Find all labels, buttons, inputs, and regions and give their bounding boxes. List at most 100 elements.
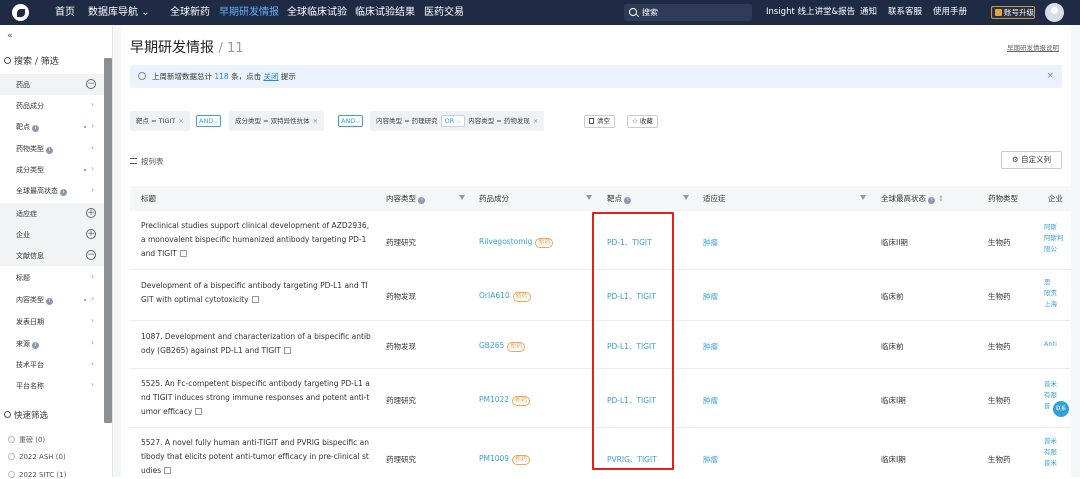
- row-indication[interactable]: 肿瘤: [703, 341, 718, 352]
- sidebar-scrollbar[interactable]: [104, 58, 112, 423]
- external-link-icon[interactable]: [164, 467, 172, 474]
- nav-manual[interactable]: 使用手册: [933, 0, 967, 25]
- row-company[interactable]: 阿斯: [1044, 222, 1057, 233]
- avatar[interactable]: [1045, 3, 1064, 22]
- row-title[interactable]: 5527. A novel fully human anti-TIGIT and…: [141, 436, 371, 477]
- row-indication[interactable]: 肿瘤: [703, 454, 718, 465]
- quick-filter-item[interactable]: 2022 SITC (1): [8, 471, 66, 479]
- sidebar-item-highest-status[interactable]: 全球最高状态 i: [16, 186, 68, 196]
- nav-home[interactable]: 首页: [55, 0, 75, 25]
- drug-link[interactable]: GB265: [479, 341, 504, 350]
- collapse-icon[interactable]: −: [86, 79, 96, 89]
- row-company[interactable]: 有限: [1044, 390, 1057, 401]
- sidebar-item-publish-date[interactable]: 发表日期: [16, 317, 44, 327]
- nav-support[interactable]: 联系客服: [888, 0, 922, 25]
- nav-global-trials[interactable]: 全球临床试验: [287, 0, 347, 25]
- notice-close-link[interactable]: 关闭: [264, 72, 279, 81]
- row-company[interactable]: 阿斯利: [1044, 233, 1064, 244]
- sidebar-item-target[interactable]: 靶点 i: [16, 122, 40, 132]
- external-link-icon[interactable]: [195, 408, 203, 415]
- custom-columns-button[interactable]: ⚙ 自定义列: [1001, 151, 1062, 169]
- row-title[interactable]: 1087. Development and characterization o…: [141, 330, 371, 358]
- sidebar-item-platform-name[interactable]: 平台名称: [16, 381, 44, 391]
- drug-link[interactable]: OrIA610: [479, 291, 510, 300]
- close-icon[interactable]: ×: [533, 117, 538, 125]
- filter-funnel-icon[interactable]: [860, 195, 866, 200]
- row-indication[interactable]: 肿瘤: [703, 291, 718, 302]
- logic-select-or[interactable]: OR ⌵: [440, 115, 466, 127]
- column-header-indication[interactable]: 适应症: [703, 186, 726, 211]
- sidebar-item-content-type[interactable]: 内容类型 i: [16, 295, 54, 305]
- upgrade-button[interactable]: 账号升级: [991, 6, 1035, 19]
- row-title[interactable]: 5525. An Fc-competent bispecific antibod…: [141, 377, 371, 419]
- sidebar-item-company[interactable]: 企业: [16, 230, 30, 240]
- row-title[interactable]: Development of a bispecific antibody tar…: [141, 279, 371, 307]
- nav-insight[interactable]: Insight 线上讲堂&报告: [766, 0, 855, 25]
- column-header-content-type[interactable]: 内容类型 i: [386, 186, 426, 211]
- filter-funnel-icon[interactable]: [683, 195, 689, 200]
- row-company[interactable]: 普: [1044, 401, 1051, 412]
- drug-link[interactable]: PM1022: [479, 395, 509, 404]
- external-link-icon[interactable]: [251, 296, 259, 303]
- filter-tag-content-type[interactable]: 内容类型 = 药理研究 OR ⌵ 内容类型 = 药物发现 ×: [370, 111, 545, 131]
- sidebar-item-drug-component[interactable]: 药品成分: [16, 101, 44, 111]
- close-icon[interactable]: ×: [313, 117, 318, 125]
- sidebar-item-title[interactable]: 标题: [16, 273, 30, 283]
- row-company[interactable]: 思: [1044, 277, 1051, 288]
- nav-database[interactable]: 数据库导航 ⌄: [88, 0, 150, 25]
- drug-link[interactable]: PM1009: [479, 454, 509, 463]
- column-header-title[interactable]: 标题: [141, 186, 156, 211]
- row-company[interactable]: 普米: [1044, 379, 1057, 390]
- column-header-target[interactable]: 靶点 i: [607, 186, 632, 211]
- sidebar-item-literature[interactable]: 文献信息: [16, 251, 44, 261]
- row-company[interactable]: 普米: [1044, 458, 1057, 469]
- sidebar-item-tech-platform[interactable]: 技术平台: [16, 360, 44, 370]
- collapse-sidebar-button[interactable]: «: [7, 31, 13, 41]
- quick-filter-item[interactable]: 2022 ASH (0): [8, 453, 66, 461]
- nav-trial-results[interactable]: 临床试验结果: [355, 0, 415, 25]
- expand-icon[interactable]: +: [86, 229, 96, 239]
- filter-funnel-icon[interactable]: [459, 195, 465, 200]
- help-link[interactable]: 早期研发情报说明: [1007, 42, 1059, 52]
- nav-early-rd[interactable]: 早期研发情报: [219, 0, 279, 25]
- row-company[interactable]: Anti: [1044, 339, 1057, 350]
- sidebar-item-source[interactable]: 来源 i: [16, 339, 40, 349]
- save-button[interactable]: ☆ 收藏: [627, 115, 658, 128]
- filter-tag-target[interactable]: 靶点 = TIGIT ×: [130, 111, 190, 131]
- row-company[interactable]: 有限: [1044, 447, 1057, 458]
- row-company[interactable]: 普米: [1044, 436, 1057, 447]
- list-mode-toggle[interactable]: 按列表: [130, 156, 164, 167]
- filter-funnel-icon[interactable]: [586, 195, 592, 200]
- sidebar-item-indication[interactable]: 适应症: [16, 209, 37, 219]
- app-logo[interactable]: [12, 4, 29, 21]
- row-company[interactable]: 限责: [1044, 288, 1057, 299]
- expand-icon[interactable]: +: [86, 208, 96, 218]
- sidebar-item-component-type[interactable]: 成分类型: [16, 165, 44, 175]
- drug-link[interactable]: Rilvegostomig: [479, 237, 532, 246]
- row-company[interactable]: 限公: [1044, 244, 1057, 255]
- collapse-icon[interactable]: −: [86, 250, 96, 260]
- external-link-icon[interactable]: [283, 347, 291, 354]
- close-icon[interactable]: ×: [178, 117, 183, 125]
- row-company[interactable]: 上海: [1044, 299, 1057, 310]
- logic-select-and[interactable]: AND⌵: [338, 115, 364, 127]
- sidebar-item-drug[interactable]: 药品: [16, 80, 30, 90]
- external-link-icon[interactable]: [179, 250, 187, 257]
- quick-filter-item[interactable]: 重磅 (0): [8, 435, 45, 445]
- column-header-company[interactable]: 企业: [1048, 186, 1063, 211]
- clear-button[interactable]: 清空: [584, 115, 615, 128]
- logic-select-and[interactable]: AND⌵: [196, 115, 222, 127]
- row-indication[interactable]: 肿瘤: [703, 395, 718, 406]
- filter-tag-component-type[interactable]: 成分类型 = 双特异性抗体 ×: [229, 111, 325, 131]
- nav-notifications[interactable]: 通知: [860, 0, 877, 25]
- close-icon[interactable]: ×: [1046, 65, 1054, 88]
- sidebar-item-drug-type[interactable]: 药物类型 i: [16, 144, 54, 154]
- row-indication[interactable]: 肿瘤: [703, 237, 718, 248]
- search-input[interactable]: 搜索: [624, 4, 752, 21]
- nav-global-new-drugs[interactable]: 全球新药: [170, 0, 210, 25]
- column-header-drug-type[interactable]: 药物类型: [988, 186, 1018, 211]
- column-header-drug[interactable]: 药品成分: [479, 186, 509, 211]
- nav-pharma-deals[interactable]: 医药交易: [424, 0, 464, 25]
- column-header-highest-status[interactable]: 全球最高状态 i ⇕: [881, 186, 944, 211]
- row-title[interactable]: Preclinical studies support clinical dev…: [141, 219, 371, 261]
